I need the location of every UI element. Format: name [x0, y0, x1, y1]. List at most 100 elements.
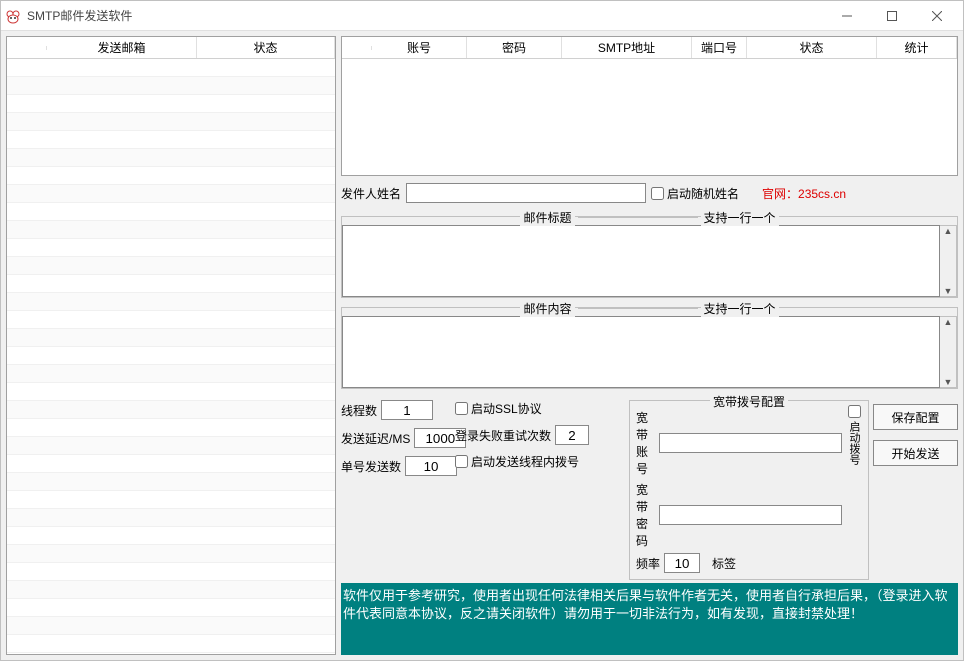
table-row — [7, 95, 335, 113]
scroll-up-icon[interactable]: ▲ — [940, 317, 956, 327]
scroll-down-icon[interactable]: ▼ — [940, 286, 956, 296]
smtp-stats-header[interactable]: 统计 — [877, 37, 957, 58]
titlebar: SMTP邮件发送软件 — [1, 1, 963, 31]
dial-tag-label: 标签 — [712, 555, 736, 572]
sender-row: 发件人姓名 启动随机姓名 官网：235cs.cn — [341, 179, 958, 207]
body-scrollbar[interactable]: ▲ ▼ — [940, 316, 957, 388]
smtp-status-header[interactable]: 状态 — [747, 37, 877, 58]
threads-input[interactable] — [381, 400, 433, 420]
sender-name-input[interactable] — [406, 183, 646, 203]
enable-dial-wrap[interactable]: 启动拨号 — [846, 405, 862, 573]
table-row — [7, 563, 335, 581]
table-row — [7, 257, 335, 275]
send-list-header: 发送邮箱 状态 — [7, 37, 335, 59]
app-window: SMTP邮件发送软件 发送邮箱 状态 账号 密码 — [0, 0, 964, 661]
close-button[interactable] — [914, 1, 959, 30]
smtp-account-header[interactable]: 账号 — [372, 37, 467, 58]
smtp-rownum-header[interactable] — [342, 46, 372, 50]
dial-freq-input[interactable] — [664, 553, 700, 573]
send-email-header[interactable]: 发送邮箱 — [47, 37, 197, 58]
app-icon — [5, 8, 21, 24]
smtp-port-header[interactable]: 端口号 — [692, 37, 747, 58]
official-site-link[interactable]: 官网：235cs.cn — [762, 185, 846, 202]
smtp-accounts-table: 账号 密码 SMTP地址 端口号 状态 统计 — [341, 36, 958, 176]
disclaimer-text: 软件仅用于参考研究，使用者出现任何法律相关后果与软件作者无关，使用者自行承担后果… — [341, 583, 958, 655]
table-row — [7, 455, 335, 473]
body-textarea[interactable] — [342, 316, 940, 388]
table-row — [7, 401, 335, 419]
threads-label: 线程数 — [341, 402, 377, 419]
subject-textarea[interactable] — [342, 225, 940, 297]
random-name-label: 启动随机姓名 — [667, 185, 739, 202]
send-list-body[interactable] — [7, 59, 335, 654]
dial-password-input[interactable] — [659, 505, 842, 525]
dial-account-label: 宽带账号 — [636, 409, 655, 477]
dial-freq-label: 频率 — [636, 555, 660, 572]
dial-in-thread-wrap[interactable]: 启动发送线程内拨号 — [455, 453, 625, 470]
table-row — [7, 437, 335, 455]
dial-password-label: 宽带密码 — [636, 481, 655, 549]
per-account-label: 单号发送数 — [341, 458, 401, 475]
retry-label: 登录失败重试次数 — [455, 427, 551, 444]
table-row — [7, 581, 335, 599]
table-row — [7, 419, 335, 437]
table-row — [7, 365, 335, 383]
table-row — [7, 203, 335, 221]
table-row — [7, 347, 335, 365]
dial-account-input[interactable] — [659, 433, 842, 453]
table-row — [7, 527, 335, 545]
table-row — [7, 311, 335, 329]
random-name-checkbox[interactable] — [651, 187, 664, 200]
dial-in-thread-label: 启动发送线程内拨号 — [471, 453, 579, 470]
dial-in-thread-checkbox[interactable] — [455, 455, 468, 468]
smtp-password-header[interactable]: 密码 — [467, 37, 562, 58]
right-panel: 账号 密码 SMTP地址 端口号 状态 统计 发件人姓名 启动随机姓名 官网：2… — [341, 36, 958, 655]
content-area: 发送邮箱 状态 账号 密码 SMTP地址 端口号 状态 统计 — [1, 31, 963, 660]
table-row — [7, 167, 335, 185]
smtp-body[interactable] — [342, 59, 957, 175]
enable-dial-checkbox[interactable] — [848, 405, 861, 418]
table-row — [7, 617, 335, 635]
table-row — [7, 599, 335, 617]
scroll-down-icon[interactable]: ▼ — [940, 377, 956, 387]
scroll-up-icon[interactable]: ▲ — [940, 226, 956, 236]
subject-fieldset: 邮件标题 支持一行一个 ▲ ▼ — [341, 216, 958, 298]
table-row — [7, 545, 335, 563]
table-row — [7, 329, 335, 347]
maximize-button[interactable] — [869, 1, 914, 30]
body-label: 邮件内容 — [520, 300, 574, 317]
table-row — [7, 59, 335, 77]
sender-name-label: 发件人姓名 — [341, 185, 401, 202]
subject-hint: 支持一行一个 — [701, 209, 779, 226]
smtp-header: 账号 密码 SMTP地址 端口号 状态 统计 — [342, 37, 957, 59]
ssl-checkbox-wrap[interactable]: 启动SSL协议 — [455, 400, 625, 417]
table-row — [7, 509, 335, 527]
minimize-button[interactable] — [824, 1, 869, 30]
table-row — [7, 149, 335, 167]
per-account-input[interactable] — [405, 456, 457, 476]
config-row: 线程数 发送延迟/MS 单号发送数 启动SSL协议 — [341, 392, 958, 580]
window-controls — [824, 1, 959, 30]
enable-dial-label: 启动拨号 — [846, 421, 862, 465]
send-list-table: 发送邮箱 状态 — [6, 36, 336, 655]
table-row — [7, 635, 335, 653]
body-fieldset: 邮件内容 支持一行一个 ▲ ▼ — [341, 307, 958, 389]
window-title: SMTP邮件发送软件 — [27, 7, 824, 24]
ssl-checkbox[interactable] — [455, 402, 468, 415]
smtp-address-header[interactable]: SMTP地址 — [562, 37, 692, 58]
dial-legend: 宽带拨号配置 — [710, 393, 788, 410]
table-row — [7, 131, 335, 149]
table-row — [7, 293, 335, 311]
send-status-header[interactable]: 状态 — [197, 37, 335, 58]
row-num-header[interactable] — [7, 46, 47, 50]
table-row — [7, 275, 335, 293]
config-left: 线程数 发送延迟/MS 单号发送数 — [341, 400, 451, 580]
retry-input[interactable] — [555, 425, 589, 445]
start-send-button[interactable]: 开始发送 — [873, 440, 958, 466]
body-hint: 支持一行一个 — [701, 300, 779, 317]
subject-scrollbar[interactable]: ▲ ▼ — [940, 225, 957, 297]
random-name-checkbox-wrap[interactable]: 启动随机姓名 — [651, 185, 739, 202]
table-row — [7, 113, 335, 131]
dial-config: 宽带拨号配置 宽带账号 宽带密码 — [629, 400, 869, 580]
save-config-button[interactable]: 保存配置 — [873, 404, 958, 430]
